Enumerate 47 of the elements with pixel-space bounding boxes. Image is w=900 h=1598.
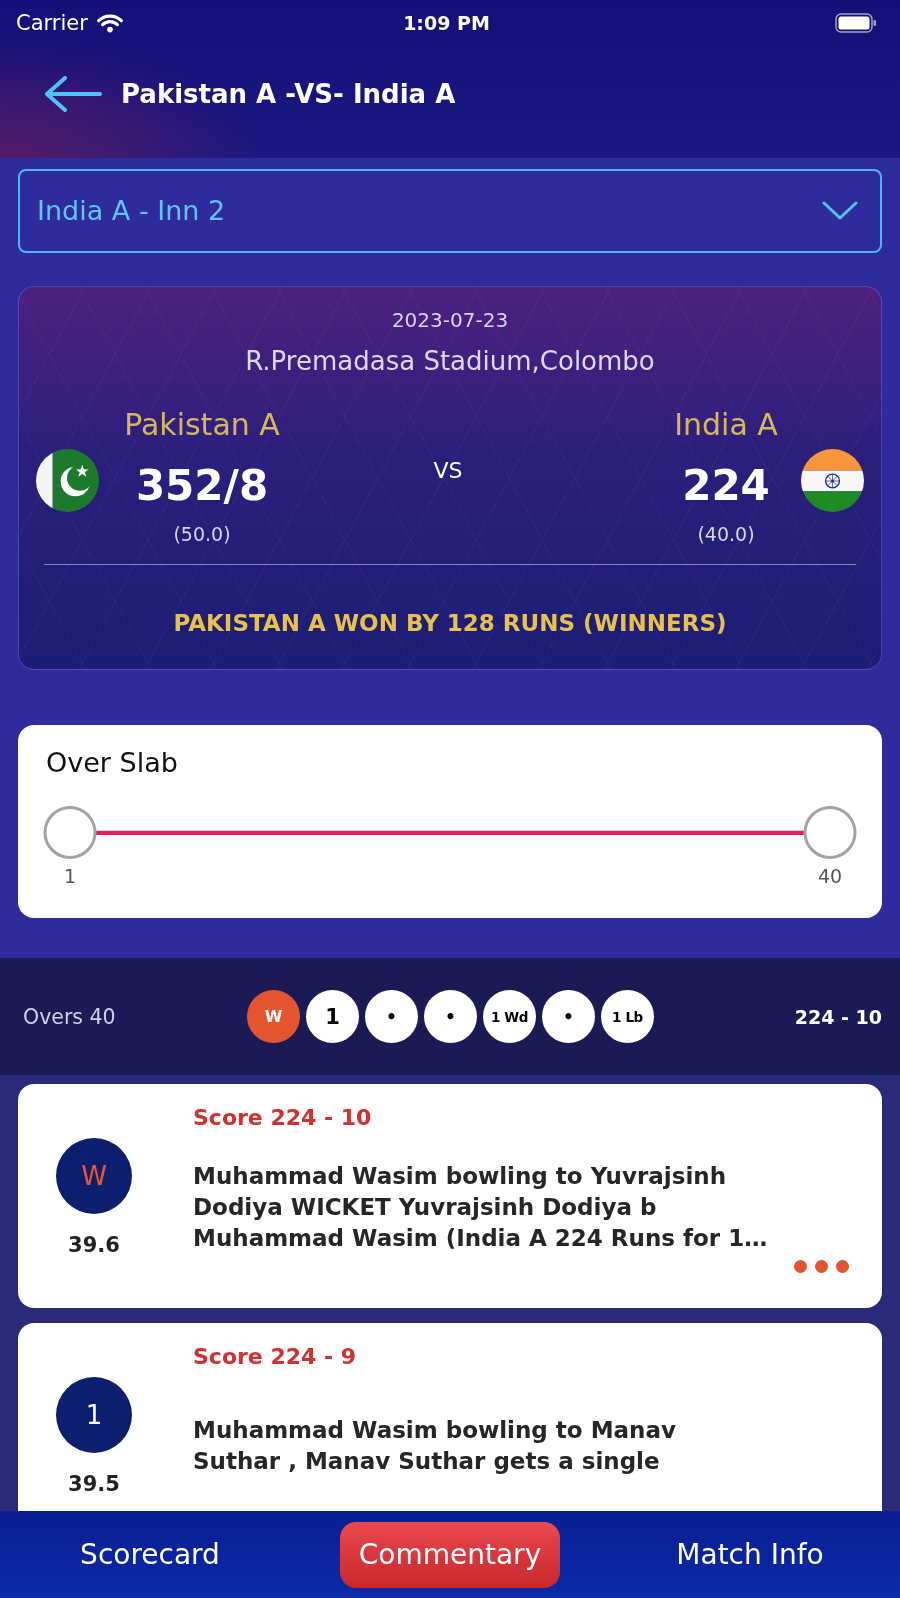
india-flag-icon [801, 449, 864, 512]
team-overs: (40.0) [697, 522, 755, 547]
match-venue: R.Premadasa Stadium,Colombo [245, 346, 655, 376]
ball-result-badge: • [542, 990, 595, 1043]
commentary-score: Score 224 - 10 [193, 1104, 372, 1132]
ball-result-badge: • [365, 990, 418, 1043]
chevron-down-icon [822, 201, 858, 221]
ball-result-badge: 1 Wd [483, 990, 536, 1043]
carrier-name: Carrier [16, 10, 88, 36]
overs-label: Overs 40 [23, 1004, 116, 1029]
ball-result-badge: W [247, 990, 300, 1043]
range-slider-track[interactable] [43, 806, 857, 859]
match-result: PAKISTAN A WON BY 128 RUNS (WINNERS) [173, 609, 727, 638]
over-number: 39.5 [68, 1471, 120, 1498]
tab[interactable]: Scorecard [80, 1536, 220, 1573]
team-score: 352/8 [135, 460, 269, 512]
tab[interactable]: Match Info [676, 1536, 824, 1573]
ball-result-badge: 1 Lb [601, 990, 654, 1043]
team-overs: (50.0) [173, 522, 231, 547]
versus-text: VS [433, 457, 463, 485]
team-name: India A [674, 406, 778, 444]
clock-time: 1:09 PM [403, 11, 490, 36]
ball-result-badge: 1 [56, 1377, 132, 1453]
range-handle[interactable] [43, 806, 97, 859]
over-number: 39.6 [68, 1232, 120, 1259]
commentary-score: Score 224 - 9 [193, 1343, 357, 1371]
team-name: Pakistan A [124, 406, 280, 444]
team-score: 224 [682, 460, 770, 512]
battery-icon [835, 13, 877, 33]
ball-result-badge: 1 [306, 990, 359, 1043]
wifi-icon [96, 13, 123, 33]
tab[interactable]: Commentary [340, 1521, 560, 1588]
commentary-text: Muhammad Wasim bowling to Yuvrajsinh Dodiya WICKET Yuvrajsinh Dodiya b Muhammad Wasim (India A 224 Runs for 1… [193, 1161, 769, 1253]
pakistan-flag-icon [36, 449, 99, 512]
range-value-label: 40 [817, 864, 843, 888]
over-slab-title: Over Slab [46, 746, 178, 780]
innings-dropdown[interactable]: India A - Inn 2 [18, 169, 882, 253]
range-value-label: 1 [63, 864, 77, 888]
range-handle[interactable] [803, 806, 857, 859]
overs-total: 224 - 10 [794, 1005, 882, 1028]
back-arrow-icon[interactable] [43, 76, 103, 112]
match-date: 2023-07-23 [391, 307, 509, 334]
match-title: Pakistan A -VS- India A [121, 78, 456, 111]
ball-result-badge: W [56, 1138, 132, 1214]
more-icon[interactable] [794, 1260, 849, 1273]
commentary-text: Muhammad Wasim bowling to Manav Suthar , Manav Suthar gets a single [193, 1416, 677, 1476]
ball-result-badge: • [424, 990, 477, 1043]
